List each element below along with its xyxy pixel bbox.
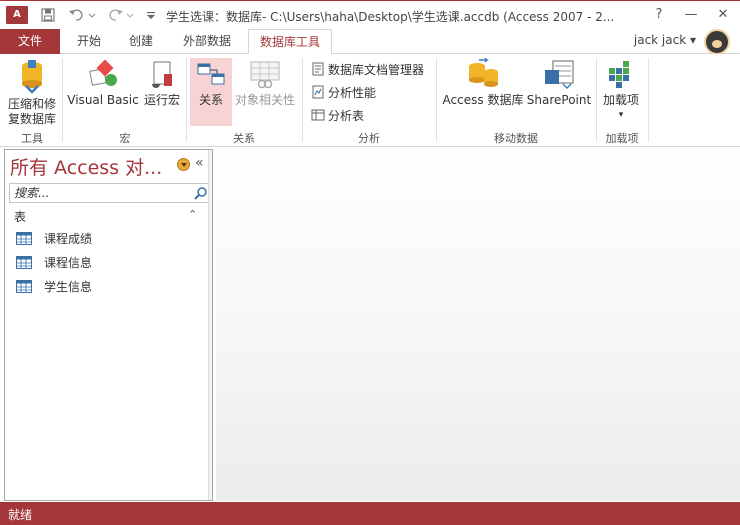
title-bar: A 学生选课：数据库- C:\Users\haha\Desktop\学生选课.a… — [0, 0, 740, 29]
nav-menu-dropdown-icon[interactable] — [177, 158, 190, 171]
group-separator — [62, 58, 63, 142]
table-item-label: 课程成绩 — [44, 231, 93, 246]
ribbon: 压缩和修 复数据库 工具 Visual Basic 运行宏 宏 关系 对象相关性… — [0, 54, 740, 147]
table-course-info[interactable]: 课程信息 — [16, 252, 206, 272]
nav-search-input[interactable] — [10, 184, 190, 202]
status-text: 就绪 — [8, 508, 33, 522]
undo-icon[interactable] — [66, 5, 98, 25]
ribbon-tab-row: 文件 开始 创建 外部数据 数据库工具 jack jack ▾ — [0, 29, 740, 55]
tab-external-data[interactable]: 外部数据 — [174, 29, 240, 54]
minimize-button[interactable]: — — [676, 2, 706, 26]
add-ins-button[interactable]: 加载项 ▾ — [598, 58, 644, 123]
redo-icon[interactable] — [106, 5, 138, 25]
nav-scrollbar[interactable] — [208, 150, 212, 500]
analyze-table-label: 分析表 — [328, 108, 365, 123]
table-icon — [16, 255, 32, 269]
compact-repair-button[interactable]: 压缩和修 复数据库 — [4, 58, 60, 127]
database-documenter-button[interactable]: 数据库文档管理器 — [311, 59, 424, 79]
run-macro-icon — [152, 61, 172, 88]
analyze-performance-label: 分析性能 — [328, 85, 377, 100]
analyze-performance-button[interactable]: 分析性能 — [311, 82, 376, 102]
add-ins-dropdown-icon[interactable]: ▾ — [598, 108, 644, 123]
object-dependencies-icon — [250, 61, 280, 89]
analyze-table-button[interactable]: 分析表 — [311, 105, 364, 125]
analyze-performance-icon — [312, 85, 324, 99]
object-dependencies-label: 对象相关性 — [234, 93, 295, 107]
group-separator — [436, 58, 437, 142]
table-item-label: 课程信息 — [44, 255, 93, 270]
tab-file[interactable]: 文件 — [0, 29, 60, 54]
table-course-scores[interactable]: 课程成绩 — [16, 228, 206, 248]
group-label-tools: 工具 — [21, 132, 43, 145]
status-bar: 就绪 — [0, 502, 740, 525]
close-button[interactable]: ✕ — [708, 2, 738, 26]
documenter-icon — [312, 62, 324, 76]
table-student-info[interactable]: 学生信息 — [16, 276, 206, 296]
analyze-table-icon — [311, 109, 325, 121]
relationships-button[interactable]: 关系 — [190, 58, 232, 126]
compact-repair-icon — [22, 60, 42, 94]
nav-group-tables[interactable]: 表 — [14, 208, 26, 225]
sharepoint-label: SharePoint — [526, 93, 592, 107]
sharepoint-button[interactable]: SharePoint — [526, 58, 592, 108]
add-ins-label: 加载项 — [602, 93, 639, 107]
table-icon — [16, 231, 32, 245]
customize-qat-icon[interactable] — [144, 5, 158, 25]
group-separator — [302, 58, 303, 142]
group-label-macro: 宏 — [119, 132, 131, 145]
group-label-add-ins: 加载项 — [605, 132, 639, 145]
add-ins-icon — [609, 61, 629, 88]
shutter-bar-collapse-icon[interactable]: « — [195, 155, 204, 171]
group-collapse-icon[interactable]: ⌃ — [188, 208, 197, 221]
help-button[interactable]: ? — [644, 2, 674, 26]
visual-basic-label: Visual Basic — [67, 93, 139, 107]
tab-create[interactable]: 创建 — [120, 29, 162, 54]
save-icon[interactable] — [38, 5, 58, 25]
relationships-icon — [197, 63, 225, 85]
tab-home[interactable]: 开始 — [68, 29, 110, 54]
navigation-pane: 所有 Access 对... « 表 ⌃ 课程成绩 课程信息 学生信息 — [4, 149, 213, 501]
window-title: 学生选课：数据库- C:\Users\haha\Desktop\学生选课.acc… — [166, 10, 615, 24]
group-separator — [186, 58, 187, 142]
compact-label-1: 压缩和修 — [7, 97, 56, 111]
group-separator — [648, 58, 649, 142]
access-app-icon[interactable]: A — [6, 6, 28, 24]
search-icon[interactable] — [194, 186, 208, 200]
document-workspace — [216, 149, 740, 501]
tab-database-tools[interactable]: 数据库工具 — [248, 29, 332, 55]
table-item-label: 学生信息 — [44, 279, 93, 294]
group-label-analyze: 分析 — [358, 132, 380, 145]
table-icon — [16, 279, 32, 293]
nav-search-box — [9, 183, 209, 203]
access-database-label: Access 数据库 — [442, 93, 524, 107]
nav-pane-title[interactable]: 所有 Access 对... — [10, 153, 162, 180]
group-label-relationships: 关系 — [233, 132, 255, 145]
avatar[interactable] — [704, 29, 730, 55]
object-dependencies-button[interactable]: 对象相关性 — [234, 58, 296, 108]
visual-basic-icon — [89, 59, 117, 86]
user-account-menu[interactable]: jack jack ▾ — [634, 33, 696, 47]
group-separator — [596, 58, 597, 142]
access-database-icon — [469, 57, 498, 87]
sharepoint-icon — [545, 60, 574, 90]
access-database-button[interactable]: Access 数据库 — [440, 57, 526, 108]
group-label-move-data: 移动数据 — [494, 132, 538, 145]
run-macro-label: 运行宏 — [143, 93, 180, 107]
visual-basic-button[interactable]: Visual Basic — [66, 58, 140, 108]
run-macro-button[interactable]: 运行宏 — [141, 58, 183, 108]
relationships-label: 关系 — [198, 93, 223, 107]
compact-label-2: 复数据库 — [7, 112, 56, 126]
documenter-label: 数据库文档管理器 — [328, 62, 425, 77]
